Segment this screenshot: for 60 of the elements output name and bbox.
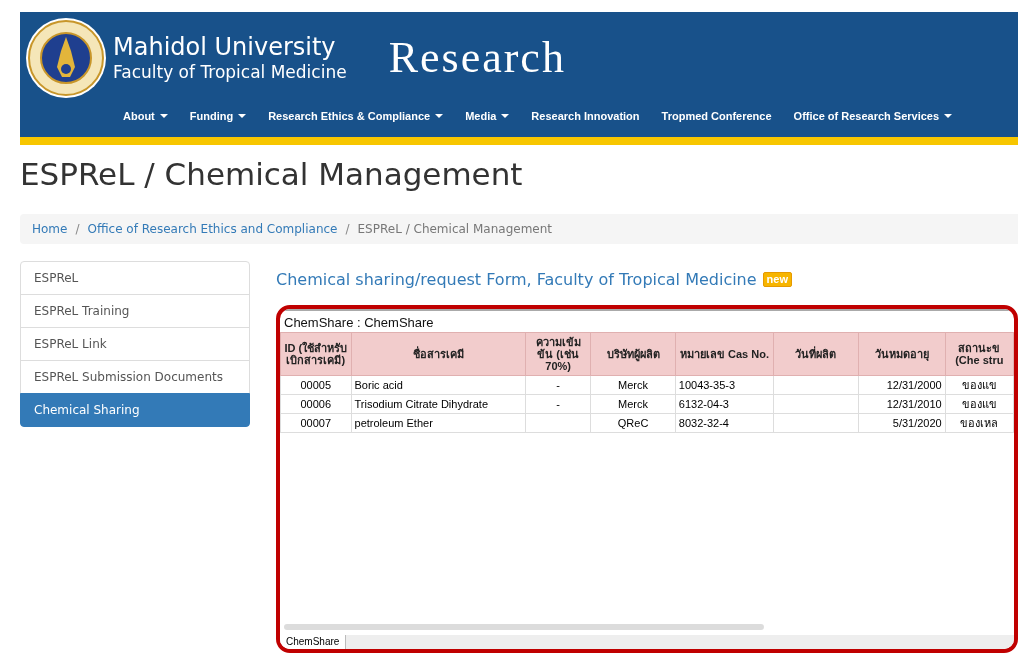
- current-page-label: ESPReL / Chemical Management: [357, 222, 553, 236]
- caret-icon: [944, 114, 953, 118]
- nav-link[interactable]: Research Innovation: [520, 110, 651, 122]
- breadcrumb-link[interactable]: Office of Research Ethics and Compliance: [87, 222, 338, 236]
- sheet-tab[interactable]: ChemShare: [280, 635, 347, 649]
- column-header: วันหมดอายุ: [858, 332, 946, 376]
- table-cell: 00005: [280, 375, 352, 395]
- column-header: ความเข้มข้น (เช่น 70%): [525, 332, 591, 376]
- table-cell: ของเหล: [945, 413, 1014, 433]
- seal-logo-icon: [25, 16, 107, 99]
- caret-icon: [159, 114, 168, 118]
- table-cell: Boric acid: [351, 375, 526, 395]
- breadcrumb-separator: /: [75, 222, 80, 236]
- new-badge: new: [762, 271, 792, 287]
- caret-icon: [238, 114, 247, 118]
- table-cell: -: [525, 375, 591, 395]
- breadcrumb-link[interactable]: Home: [32, 222, 68, 236]
- table-cell: 00006: [280, 394, 352, 414]
- table-cell: petroleum Ether: [351, 413, 526, 433]
- table-cell: 12/31/2010: [858, 394, 946, 414]
- table-cell: ของแข: [945, 375, 1014, 395]
- scrollbar[interactable]: [284, 624, 764, 630]
- table-cell: Merck: [590, 394, 676, 414]
- nav-link[interactable]: Tropmed Conference: [650, 110, 783, 122]
- table-cell: 6132-04-3: [675, 394, 774, 414]
- sidebar-item[interactable]: ESPReL: [20, 261, 250, 295]
- sidebar-item[interactable]: Chemical Sharing: [20, 393, 250, 427]
- breadcrumb-separator: /: [345, 222, 350, 236]
- column-header: บริษัทผู้ผลิต: [590, 332, 676, 376]
- university-name: Mahidol University: [113, 32, 337, 61]
- table-cell: [525, 413, 591, 433]
- nav-link[interactable]: Office of Research Services: [782, 110, 964, 122]
- form-title: Chemical sharing/request Form, Faculty of Tropical Medicine: [276, 269, 757, 289]
- table-cell: Trisodium Citrate Dihydrate: [351, 394, 526, 414]
- table-cell: 00007: [280, 413, 352, 433]
- table-cell: -: [525, 394, 591, 414]
- column-header: สถานะข (Che stru: [945, 332, 1014, 376]
- caret-icon: [435, 114, 444, 118]
- nav-link[interactable]: Media: [454, 110, 521, 122]
- table-cell: Merck: [590, 375, 676, 395]
- page-title: ESPReL / Chemical Management: [20, 156, 524, 192]
- table-cell: ของแข: [945, 394, 1014, 414]
- caret-icon: [501, 114, 510, 118]
- table-cell: 5/31/2020: [858, 413, 946, 433]
- nav-link[interactable]: Funding: [178, 110, 258, 122]
- site-title: Research: [388, 32, 566, 83]
- sidebar-item[interactable]: ESPReL Training: [20, 294, 250, 328]
- nav-link[interactable]: Research Ethics & Compliance: [257, 110, 455, 122]
- faculty-name: Faculty of Tropical Medicine: [113, 60, 347, 83]
- table-cell: 12/31/2000: [858, 375, 946, 395]
- sidebar-item[interactable]: ESPReL Submission Documents: [20, 360, 250, 394]
- column-header: หมายเลข Cas No.: [675, 332, 774, 376]
- sidebar-item[interactable]: ESPReL Link: [20, 327, 250, 361]
- column-header: วันที่ผลิต: [773, 332, 859, 376]
- table-cell: 10043-35-3: [675, 375, 774, 395]
- nav-link[interactable]: About: [112, 110, 179, 122]
- column-header: ID (ใช้สำหรับเบิกสารเคมี): [280, 332, 352, 376]
- column-header: ชื่อสารเคมี: [351, 332, 526, 376]
- table-cell: QReC: [590, 413, 676, 433]
- table-cell: 8032-32-4: [675, 413, 774, 433]
